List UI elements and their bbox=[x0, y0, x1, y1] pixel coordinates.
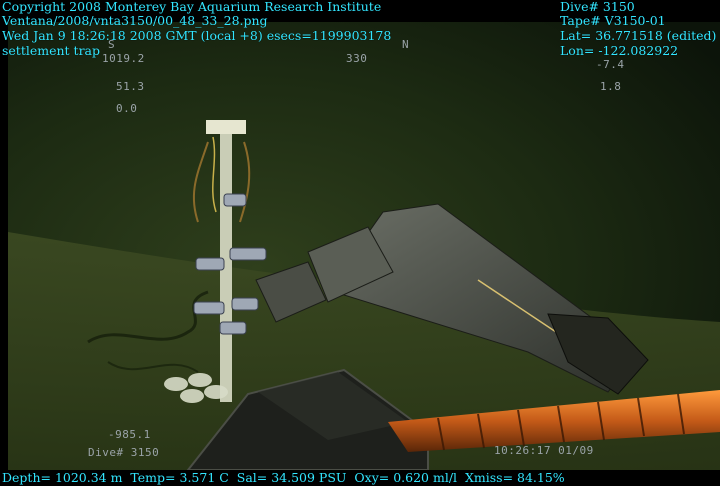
trap-disc bbox=[188, 373, 212, 387]
hud-heading: 330 bbox=[346, 52, 368, 65]
copyright-text: Copyright 2008 Monterey Bay Aquarium Res… bbox=[2, 0, 382, 14]
trap-cup bbox=[193, 301, 225, 315]
salinity-reading: Sal= 34.509 PSU bbox=[236, 470, 347, 485]
trap-cup bbox=[223, 193, 247, 207]
hud-value-c: -7.4 bbox=[596, 58, 625, 71]
latitude-text: Lat= 36.771518 (edited) bbox=[560, 28, 717, 43]
trap-top-cap bbox=[206, 120, 246, 134]
rov-video-frame: S N 1019.2 330 51.3 0.0 -7.4 1.8 -985.1 … bbox=[0, 0, 720, 486]
file-path-text: Ventana/2008/vnta3150/00_48_33_28.png bbox=[2, 13, 268, 28]
longitude-text: Lon= -122.082922 bbox=[560, 43, 679, 58]
hud-value-b: 0.0 bbox=[116, 102, 138, 115]
transmission-reading: Xmiss= 84.15% bbox=[464, 470, 565, 485]
oxygen-reading: Oxy= 0.620 ml/l bbox=[354, 470, 458, 485]
dive-number-text: Dive# 3150 bbox=[560, 0, 635, 14]
tape-number-text: Tape# V3150-01 bbox=[560, 13, 666, 28]
trap-disc bbox=[204, 385, 228, 399]
hud-value-d: 1.8 bbox=[600, 80, 622, 93]
trap-cup bbox=[231, 297, 259, 311]
temperature-reading: Temp= 3.571 C bbox=[130, 470, 229, 485]
datetime-text: Wed Jan 9 18:26:18 2008 GMT (local +8) e… bbox=[2, 28, 392, 43]
hud-bottom-dive: Dive# 3150 bbox=[88, 446, 160, 459]
trap-cup bbox=[229, 247, 267, 261]
trap-cup bbox=[195, 257, 225, 271]
trap-disc bbox=[164, 377, 188, 391]
hud-bottom-time: 10:26:17 01/09 bbox=[494, 444, 594, 457]
trap-cup bbox=[219, 321, 247, 335]
hud-value-a: 51.3 bbox=[116, 80, 145, 93]
trap-disc bbox=[180, 389, 204, 403]
hud-depth-readout: 1019.2 bbox=[102, 52, 145, 65]
hud-bottom-depth: -985.1 bbox=[108, 428, 151, 441]
sensor-bar: Depth= 1020.34 m Temp= 3.571 C Sal= 34.5… bbox=[0, 470, 720, 486]
depth-reading: Depth= 1020.34 m bbox=[2, 470, 123, 485]
caption-text: settlement trap bbox=[2, 43, 101, 58]
compass-north: N bbox=[402, 38, 410, 51]
